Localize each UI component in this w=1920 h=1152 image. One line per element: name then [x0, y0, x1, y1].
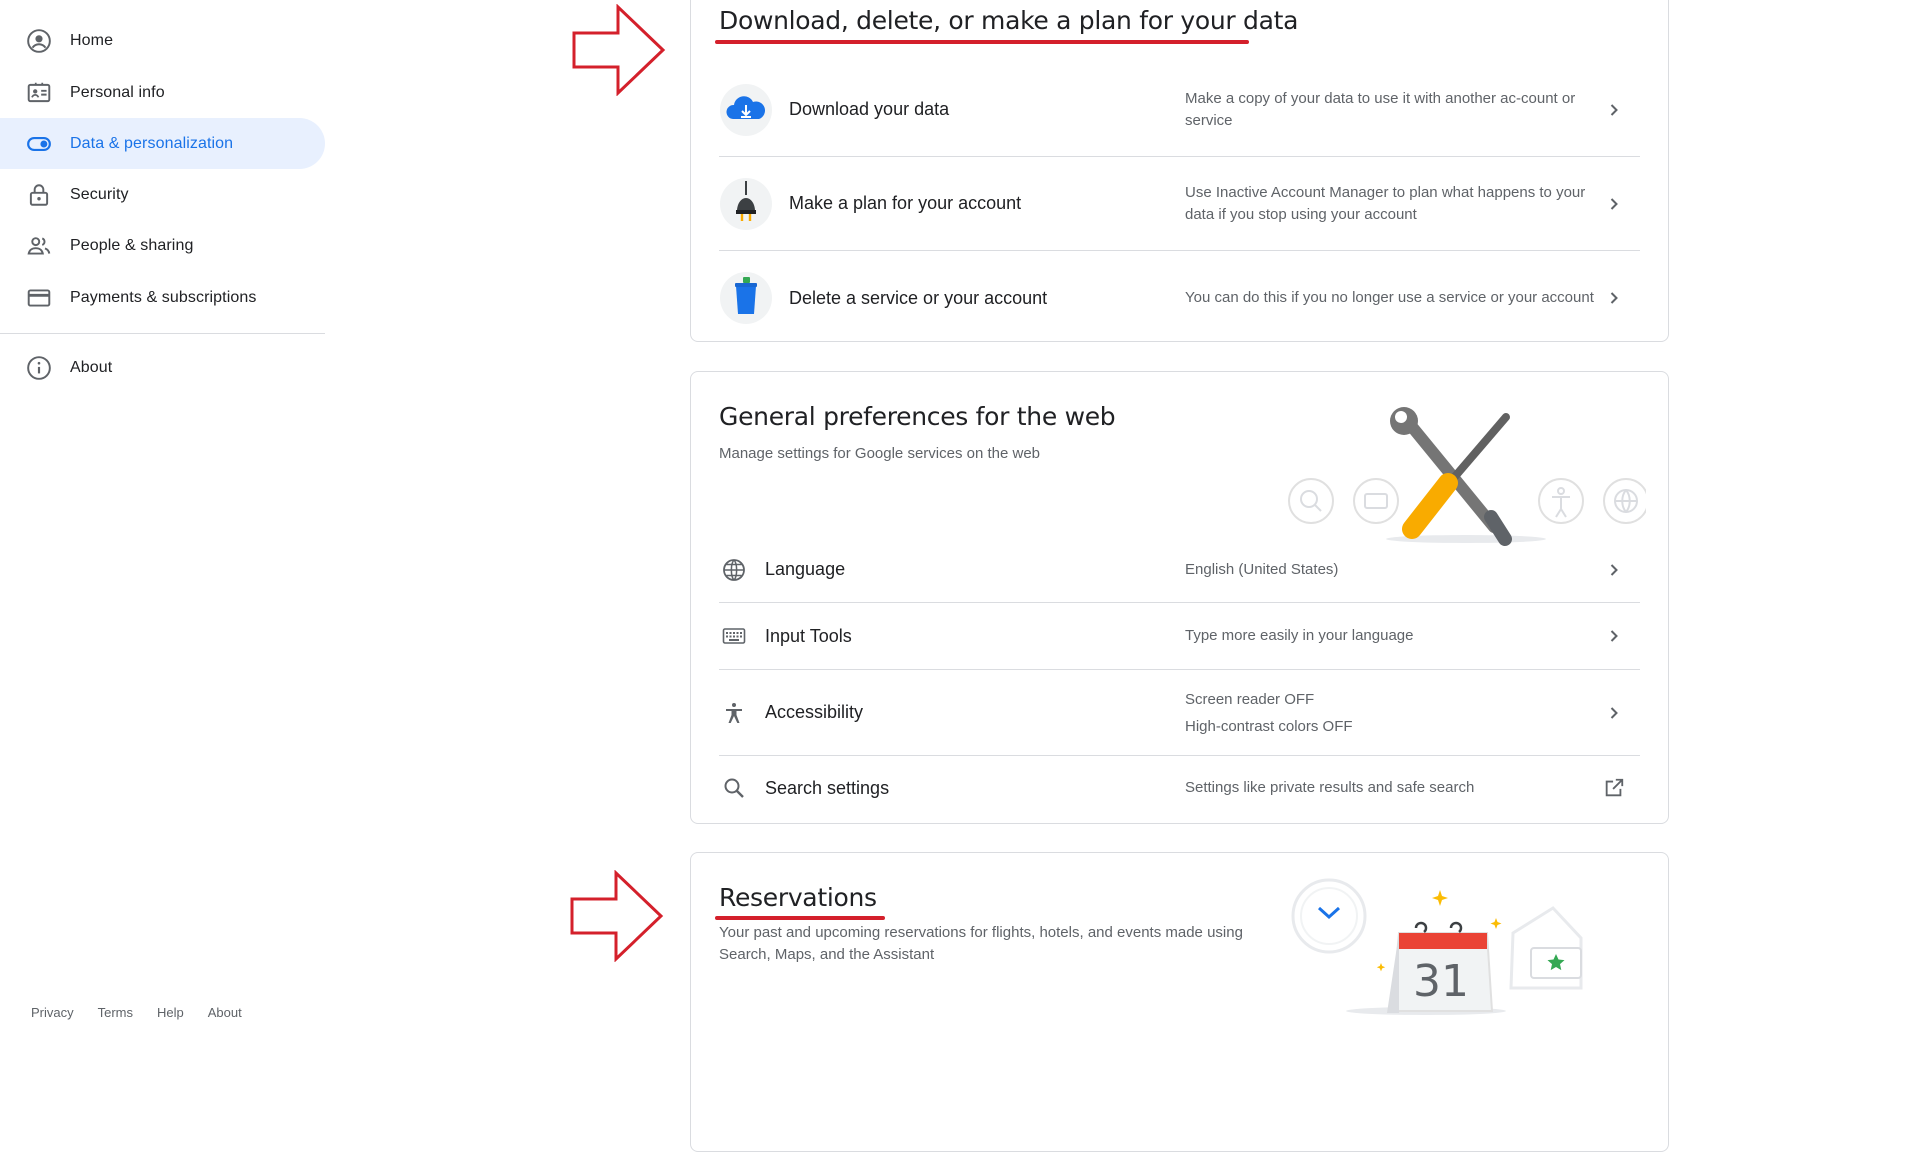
reservations-card[interactable]: Reservations Your past and upcoming rese…	[690, 852, 1669, 1152]
row-value: Type more easily in your language	[1185, 627, 1414, 644]
sidebar-item-payments[interactable]: Payments & subscriptions	[0, 272, 325, 323]
sidebar-item-label: Home	[70, 31, 114, 49]
sidebar-divider	[0, 333, 325, 334]
footer-about-link[interactable]: About	[208, 1005, 242, 1020]
sidebar-item-home[interactable]: Home	[0, 15, 325, 66]
footer-help-link[interactable]: Help	[157, 1005, 184, 1020]
plan-account-row[interactable]: Make a plan for your account Use Inactiv…	[719, 157, 1640, 251]
screen-reader-status: Screen reader OFF	[1185, 690, 1315, 708]
row-description: Use Inactive Account Manager to plan wha…	[1185, 183, 1586, 223]
download-data-row[interactable]: Download your data Make a copy of your d…	[719, 63, 1640, 157]
sidebar-item-label: About	[70, 358, 113, 376]
credit-card-icon	[26, 285, 52, 311]
general-preferences-card: General preferences for the web Manage s…	[690, 371, 1669, 824]
card-title: Reservations	[719, 883, 877, 912]
calendar-illustration: 31	[1291, 878, 1583, 1015]
search-settings-row[interactable]: Search settings Settings like private re…	[719, 756, 1640, 820]
trash-can-icon	[719, 271, 773, 325]
globe-icon	[719, 555, 749, 585]
chevron-right-icon	[1604, 626, 1624, 646]
row-value: Screen reader OFF High-contrast colors O…	[1185, 686, 1605, 740]
info-icon	[26, 355, 52, 381]
sidebar: Home Personal info Data & personalizatio…	[0, 0, 325, 1139]
row-description: You can do this if you no longer use a s…	[1185, 289, 1594, 306]
id-card-icon	[26, 80, 52, 106]
sidebar-item-personal-info[interactable]: Personal info	[0, 67, 325, 118]
keyboard-icon	[719, 621, 749, 651]
sidebar-item-data-personalization[interactable]: Data & personalization	[0, 118, 325, 169]
delete-service-row[interactable]: Delete a service or your account You can…	[719, 251, 1640, 345]
people-icon	[26, 233, 52, 259]
accessibility-row[interactable]: Accessibility Screen reader OFF High-con…	[719, 670, 1640, 756]
chevron-right-icon	[1604, 703, 1624, 723]
row-value: English (United States)	[1185, 560, 1339, 578]
lock-icon	[26, 182, 52, 208]
card-title: General preferences for the web	[719, 402, 1116, 431]
row-title: Input Tools	[765, 625, 852, 646]
sidebar-item-security[interactable]: Security	[0, 169, 325, 220]
sidebar-item-label: Payments & subscriptions	[70, 288, 257, 306]
sidebar-item-about[interactable]: About	[0, 342, 325, 393]
annotation-arrow-icon	[572, 4, 666, 96]
annotation-arrow-icon	[570, 870, 664, 962]
chevron-right-icon	[1604, 288, 1624, 308]
calendar-day: 31	[1413, 956, 1469, 1007]
external-link-icon	[1602, 776, 1626, 800]
input-tools-row[interactable]: Input Tools Type more easily in your lan…	[719, 603, 1640, 670]
row-title: Download your data	[789, 99, 950, 119]
sidebar-item-people-sharing[interactable]: People & sharing	[0, 220, 325, 271]
card-description: Manage settings for Google services on t…	[719, 445, 1041, 462]
annotation-underline	[715, 40, 1249, 44]
row-title: Language	[765, 559, 846, 579]
chevron-right-icon	[1604, 560, 1624, 580]
search-icon	[719, 773, 749, 803]
sidebar-item-label: Security	[70, 185, 129, 203]
row-title: Accessibility	[765, 702, 864, 722]
data-actions-card: Download, delete, or make a plan for you…	[690, 0, 1669, 342]
high-contrast-status: High-contrast colors OFF	[1185, 717, 1353, 735]
row-value: Settings like private results and safe s…	[1185, 779, 1475, 796]
row-title: Search settings	[765, 777, 890, 798]
tools-illustration	[1288, 407, 1646, 546]
accessibility-icon	[719, 698, 749, 728]
footer-links: Privacy Terms Help About	[31, 1005, 266, 1020]
language-row[interactable]: Language English (United States)	[719, 537, 1640, 603]
toggle-icon	[26, 131, 52, 157]
row-title: Make a plan for your account	[789, 193, 1022, 213]
cloud-download-icon	[719, 83, 773, 137]
row-description: Make a copy of your data to use it with …	[1185, 89, 1576, 129]
sidebar-item-label: Personal info	[70, 83, 165, 101]
chevron-right-icon	[1604, 194, 1624, 214]
chevron-right-icon	[1604, 100, 1624, 120]
annotation-underline	[715, 916, 885, 920]
plug-icon	[719, 177, 773, 231]
footer-privacy-link[interactable]: Privacy	[31, 1005, 74, 1020]
row-title: Delete a service or your account	[789, 287, 1048, 308]
account-circle-icon	[26, 28, 52, 54]
sidebar-item-label: People & sharing	[70, 236, 194, 254]
card-description: Your past and upcoming reservations for …	[719, 924, 1243, 963]
card-title: Download, delete, or make a plan for you…	[719, 6, 1299, 35]
sidebar-item-label: Data & personalization	[70, 134, 234, 152]
footer-terms-link[interactable]: Terms	[98, 1005, 133, 1020]
